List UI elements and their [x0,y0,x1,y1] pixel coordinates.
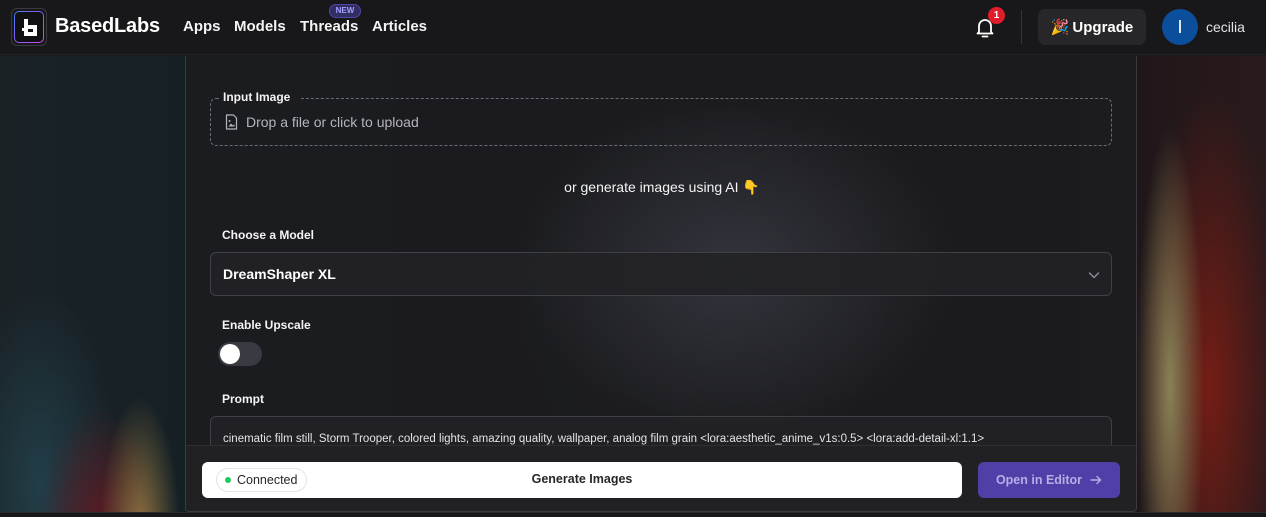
brand-name[interactable]: BasedLabs [55,15,160,38]
bottom-strip [0,512,1266,517]
prompt-label: Prompt [222,392,264,406]
toggle-knob [220,344,240,364]
avatar-initial: I [1177,16,1183,37]
model-select-value: DreamShaper XL [223,266,336,282]
top-navbar: BasedLabs Apps Models Threads NEW Articl… [0,0,1266,55]
nav-models[interactable]: Models [234,18,286,35]
upgrade-button[interactable]: 🎉 Upgrade [1038,9,1146,45]
open-in-editor-label: Open in Editor [995,473,1083,487]
nav-apps[interactable]: Apps [183,18,221,35]
notification-count-badge: 1 [988,7,1005,24]
model-label: Choose a Model [222,228,315,242]
generate-with-ai-hint: or generate images using AI 👇 [186,179,1136,196]
avatar[interactable]: I [1162,9,1198,45]
hint-text: or generate images using AI [564,179,739,195]
upload-placeholder: Drop a file or click to upload [246,114,419,130]
nav-threads[interactable]: Threads [300,18,358,35]
nav-articles[interactable]: Articles [372,18,427,35]
logo[interactable] [11,8,47,46]
generate-images-button[interactable]: Generate Images Connected [202,462,962,498]
file-image-icon [225,114,238,130]
logo-mark [14,11,44,43]
prompt-value: cinematic film still, Storm Trooper, col… [223,433,985,445]
model-select[interactable]: DreamShaper XL [210,252,1112,296]
username[interactable]: cecilia [1206,19,1245,35]
party-popper-icon: 🎉 [1050,19,1070,36]
chevron-down-icon [1088,272,1100,279]
input-image-label: Input Image [223,90,291,104]
upscale-label: Enable Upscale [222,318,311,332]
new-badge: NEW [329,4,361,18]
upgrade-label: Upgrade [1072,18,1134,36]
upscale-toggle[interactable] [218,342,262,366]
image-upload-dropzone[interactable]: Input Image Drop a file or click to uplo… [210,90,1112,146]
header-divider [1021,10,1022,44]
generate-images-label: Generate Images [531,472,633,486]
action-footer: Generate Images Connected Open in Editor [186,445,1136,511]
open-in-editor-button[interactable]: Open in Editor [978,462,1120,498]
basedlabs-logo-icon [22,19,37,36]
generate-panel: Input Image Drop a file or click to uplo… [185,56,1137,512]
connection-status-badge: Connected [216,468,308,492]
status-text: Connected [237,473,298,487]
pointing-down-icon: 👇 [742,179,760,195]
status-dot-icon [225,477,231,483]
arrow-right-icon [1090,475,1102,485]
